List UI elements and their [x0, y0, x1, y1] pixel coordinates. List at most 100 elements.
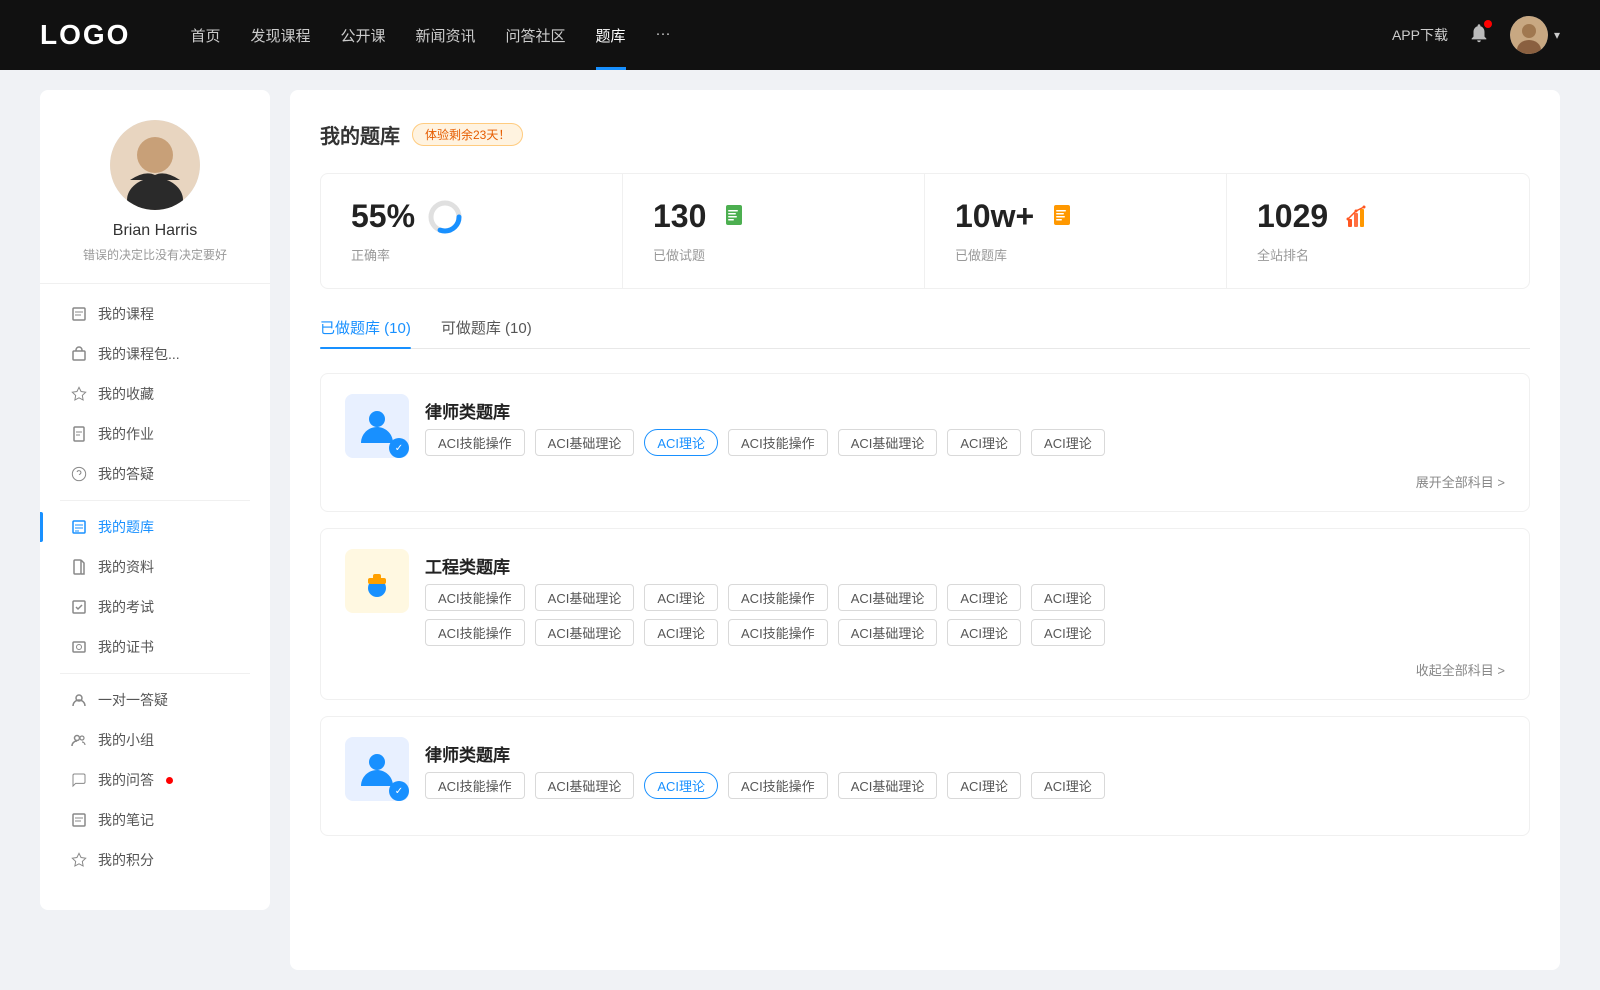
nav-home[interactable]: 首页	[190, 25, 220, 46]
doc-orange-svg	[1050, 203, 1078, 231]
user-avatar-dropdown[interactable]: ▾	[1510, 16, 1560, 54]
sidebar-label-course: 我的课程	[98, 304, 154, 324]
bank-title-lawyer-1: 律师类题库 ACI技能操作 ACI基础理论 ACI理论 ACI技能操作 ACI基…	[425, 394, 1105, 456]
sidebar-item-notes[interactable]: 我的笔记	[40, 800, 270, 840]
sidebar-label-qa: 我的答疑	[98, 464, 154, 484]
tag-aci-theory-2[interactable]: ACI理论	[947, 429, 1021, 456]
stat-done-top: 130	[653, 198, 894, 235]
qa-icon	[70, 771, 88, 789]
eng-tag-4[interactable]: ACI技能操作	[728, 584, 828, 611]
sidebar-menu: 我的课程 我的课程包... 我的收藏 我的作业	[40, 284, 270, 890]
divider-2	[60, 673, 250, 674]
bank-card-engineer-header: 工程类题库 ACI技能操作 ACI基础理论 ACI理论 ACI技能操作 ACI基…	[345, 549, 1505, 646]
sidebar-item-exam[interactable]: 我的考试	[40, 587, 270, 627]
lawyer2-tag-4[interactable]: ACI技能操作	[728, 772, 828, 799]
stat-done-label: 已做试题	[653, 245, 894, 264]
stat-accuracy-label: 正确率	[351, 245, 592, 264]
bank-title-lawyer-2: 律师类题库 ACI技能操作 ACI基础理论 ACI理论 ACI技能操作 ACI基…	[425, 737, 1105, 799]
sidebar-label-points: 我的积分	[98, 850, 154, 870]
eng-tag-1[interactable]: ACI技能操作	[425, 584, 525, 611]
tab-available-banks[interactable]: 可做题库 (10)	[441, 317, 532, 348]
checkmark-icon-2: ✓	[389, 781, 409, 801]
app-download-link[interactable]: APP下载	[1392, 25, 1448, 45]
sidebar-item-package[interactable]: 我的课程包...	[40, 334, 270, 374]
tag-aci-basic-2[interactable]: ACI基础理论	[838, 429, 938, 456]
sidebar-item-favorites[interactable]: 我的收藏	[40, 374, 270, 414]
eng-tag-5[interactable]: ACI基础理论	[838, 584, 938, 611]
sidebar-item-cert[interactable]: 我的证书	[40, 627, 270, 667]
sidebar-item-course[interactable]: 我的课程	[40, 294, 270, 334]
lawyer2-tag-2[interactable]: ACI基础理论	[535, 772, 635, 799]
lawyer2-tag-7[interactable]: ACI理论	[1031, 772, 1105, 799]
tag-aci-basic-1[interactable]: ACI基础理论	[535, 429, 635, 456]
profile-avatar	[110, 120, 200, 210]
nav-discover[interactable]: 发现课程	[250, 25, 310, 46]
trial-badge: 体验剩余23天！	[412, 123, 523, 146]
lawyer2-tag-1[interactable]: ACI技能操作	[425, 772, 525, 799]
lawyer2-tag-3-active[interactable]: ACI理论	[644, 772, 718, 799]
lawyer2-tag-5[interactable]: ACI基础理论	[838, 772, 938, 799]
eng-tag-r2-1[interactable]: ACI技能操作	[425, 619, 525, 646]
notification-dot	[1484, 20, 1492, 28]
sidebar-item-points[interactable]: 我的积分	[40, 840, 270, 880]
collapse-button-engineer[interactable]: 收起全部科目 >	[1416, 660, 1505, 679]
stat-accuracy: 55% 正确率	[321, 174, 623, 288]
homework-icon	[70, 425, 88, 443]
eng-tag-r2-7[interactable]: ACI理论	[1031, 619, 1105, 646]
nav-bank[interactable]: 题库	[596, 25, 626, 46]
logo[interactable]: LOGO	[40, 19, 130, 51]
lawyer2-tag-6[interactable]: ACI理论	[947, 772, 1021, 799]
tutor-icon	[70, 691, 88, 709]
stat-ranking: 1029 全站排名	[1227, 174, 1529, 288]
eng-tag-7[interactable]: ACI理论	[1031, 584, 1105, 611]
notification-bell[interactable]	[1468, 22, 1490, 49]
page-title: 我的题库	[320, 120, 400, 149]
nav-news[interactable]: 新闻资讯	[416, 25, 476, 46]
sidebar-label-bank: 我的题库	[98, 517, 154, 537]
tab-done-banks[interactable]: 已做题库 (10)	[320, 317, 411, 348]
bar-chart-svg	[1344, 203, 1372, 231]
sidebar-label-notes: 我的笔记	[98, 810, 154, 830]
sidebar-item-bank[interactable]: 我的题库	[40, 507, 270, 547]
nav-qa[interactable]: 问答社区	[506, 25, 566, 46]
avatar-image	[1510, 16, 1548, 54]
bank-tags-engineer-row2: ACI技能操作 ACI基础理论 ACI理论 ACI技能操作 ACI基础理论 AC…	[425, 619, 1505, 646]
sidebar-item-tutor[interactable]: 一对一答疑	[40, 680, 270, 720]
sidebar-item-data[interactable]: 我的资料	[40, 547, 270, 587]
tag-aci-skill-1[interactable]: ACI技能操作	[425, 429, 525, 456]
tag-aci-theory-1-active[interactable]: ACI理论	[644, 429, 718, 456]
main-layout: Brian Harris 错误的决定比没有决定要好 我的课程 我的课程包...	[20, 70, 1580, 990]
bank-tags-engineer-row1: ACI技能操作 ACI基础理论 ACI理论 ACI技能操作 ACI基础理论 AC…	[425, 584, 1505, 611]
bank-card-lawyer-1: ✓ 律师类题库 ACI技能操作 ACI基础理论 ACI理论 ACI技能操作 AC…	[320, 373, 1530, 512]
donut-chart	[427, 199, 463, 235]
sidebar-label-group: 我的小组	[98, 730, 154, 750]
bank-card-lawyer-1-header: ✓ 律师类题库 ACI技能操作 ACI基础理论 ACI理论 ACI技能操作 AC…	[345, 394, 1505, 458]
eng-tag-r2-6[interactable]: ACI理论	[947, 619, 1021, 646]
stat-accuracy-top: 55%	[351, 198, 592, 235]
bank-card-engineer: 工程类题库 ACI技能操作 ACI基础理论 ACI理论 ACI技能操作 ACI基…	[320, 528, 1530, 700]
eng-tag-6[interactable]: ACI理论	[947, 584, 1021, 611]
bank-title-text-1: 律师类题库	[425, 394, 1105, 423]
tag-aci-theory-3[interactable]: ACI理论	[1031, 429, 1105, 456]
stat-done-value: 130	[653, 198, 706, 235]
group-icon	[70, 731, 88, 749]
sidebar-label-package: 我的课程包...	[98, 344, 180, 364]
eng-tag-r2-2[interactable]: ACI基础理论	[535, 619, 635, 646]
points-icon	[70, 851, 88, 869]
sidebar-item-myqa[interactable]: 我的问答	[40, 760, 270, 800]
eng-tag-2[interactable]: ACI基础理论	[535, 584, 635, 611]
sidebar-item-homework[interactable]: 我的作业	[40, 414, 270, 454]
eng-tag-r2-5[interactable]: ACI基础理论	[838, 619, 938, 646]
nav-more[interactable]: ···	[656, 25, 671, 46]
bank-tags-lawyer-1: ACI技能操作 ACI基础理论 ACI理论 ACI技能操作 ACI基础理论 AC…	[425, 429, 1105, 456]
sidebar-item-qa[interactable]: 我的答疑	[40, 454, 270, 494]
nav-opencourse[interactable]: 公开课	[340, 25, 385, 46]
expand-button-1[interactable]: 展开全部科目 >	[1416, 472, 1505, 491]
donut-icon	[427, 199, 463, 235]
eng-tag-3[interactable]: ACI理论	[644, 584, 718, 611]
sidebar-item-group[interactable]: 我的小组	[40, 720, 270, 760]
eng-tag-r2-4[interactable]: ACI技能操作	[728, 619, 828, 646]
nav-menu: 首页 发现课程 公开课 新闻资讯 问答社区 题库 ···	[190, 25, 1392, 46]
eng-tag-r2-3[interactable]: ACI理论	[644, 619, 718, 646]
tag-aci-skill-2[interactable]: ACI技能操作	[728, 429, 828, 456]
